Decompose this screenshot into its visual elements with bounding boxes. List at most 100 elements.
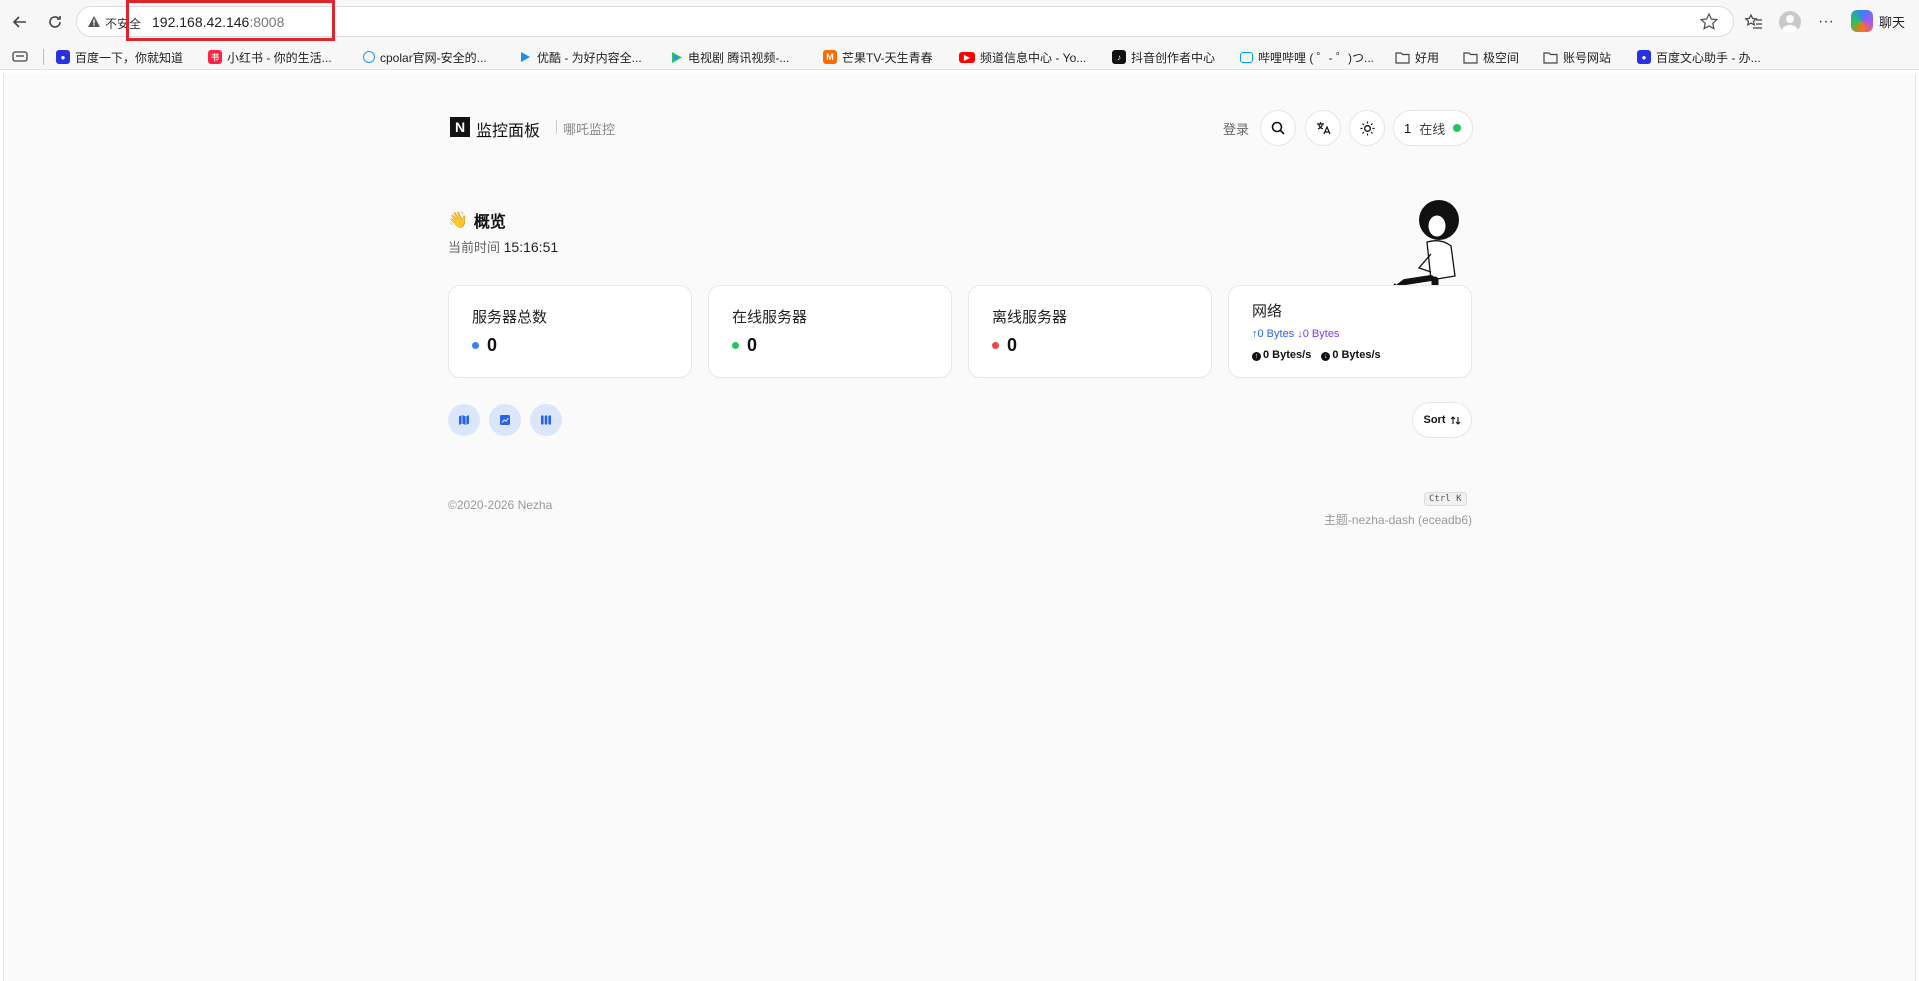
theme-info[interactable]: 主题-nezha-dash (eceadb6) bbox=[1216, 511, 1472, 528]
traffic-up: ↑0 Bytes bbox=[1252, 328, 1295, 340]
online-indicator-dot bbox=[1453, 124, 1462, 132]
total-servers-value: 0 bbox=[487, 335, 498, 355]
nezha-logo-icon[interactable]: N bbox=[450, 117, 470, 137]
folder-icon bbox=[1395, 51, 1410, 64]
favorites-icon[interactable] bbox=[1742, 10, 1766, 34]
baidu-paw-icon: ● bbox=[1637, 50, 1651, 64]
card-title: 服务器总数 bbox=[472, 309, 548, 326]
reading-list-icon[interactable] bbox=[12, 48, 28, 66]
overview-title: 概览 bbox=[473, 214, 506, 231]
douyin-icon: ♪ bbox=[1112, 50, 1126, 64]
upload-speed: 0 Bytes/s bbox=[1263, 349, 1312, 361]
network-speed: ↑ 0 Bytes/s ↓ 0 Bytes/s bbox=[1252, 349, 1381, 361]
dashboard-header: N 监控面板 哪吒监控 登录 1 在线 bbox=[448, 110, 1473, 156]
traffic-down: ↓0 Bytes bbox=[1297, 328, 1340, 340]
bookmark-label: 账号网站 bbox=[1563, 50, 1612, 65]
chat-label: 聊天 bbox=[1879, 14, 1906, 30]
chart-view-button[interactable] bbox=[489, 404, 521, 436]
bookmark-folder[interactable]: 账号网站 bbox=[1543, 48, 1611, 66]
cpolar-icon bbox=[363, 51, 375, 63]
bookmark-label: 哔哩哔哩 ( ゜- ゜)つ... bbox=[1258, 50, 1374, 65]
columns-icon bbox=[541, 415, 551, 425]
bookmark-item[interactable]: M 芒果TV-天生青春 bbox=[823, 48, 933, 66]
bookmark-label: cpolar官网-安全的... bbox=[380, 50, 487, 65]
green-dot-icon bbox=[732, 342, 739, 349]
bookmark-label: 极空间 bbox=[1483, 50, 1520, 65]
brand-divider bbox=[556, 120, 557, 134]
map-icon bbox=[459, 415, 469, 425]
bookmark-label: 电视剧 腾讯视频-... bbox=[688, 50, 790, 65]
time-label: 当前时间 bbox=[448, 240, 501, 255]
bookmark-folder[interactable]: 好用 bbox=[1395, 48, 1439, 66]
youku-icon bbox=[518, 50, 532, 64]
offline-servers-value: 0 bbox=[1007, 335, 1018, 355]
mangotv-icon: M bbox=[823, 50, 837, 64]
bookmark-item[interactable]: ● 百度文心助手 - 办... bbox=[1637, 48, 1761, 66]
bookmark-label: 优酷 - 为好内容全... bbox=[537, 50, 642, 65]
blue-dot-icon bbox=[472, 342, 479, 349]
chart-icon bbox=[500, 415, 510, 425]
bookmark-label: 芒果TV-天生青春 bbox=[842, 50, 933, 65]
chat-button[interactable]: 聊天 bbox=[1851, 10, 1905, 32]
youtube-icon: ▶ bbox=[959, 51, 975, 63]
card-title: 网络 bbox=[1252, 303, 1283, 320]
map-view-button[interactable] bbox=[448, 404, 480, 436]
page-viewport bbox=[3, 74, 1916, 981]
bookmark-item[interactable]: ♪ 抖音创作者中心 bbox=[1112, 48, 1215, 66]
download-speed-icon: ↓ bbox=[1321, 352, 1331, 361]
star-icon[interactable] bbox=[1699, 12, 1719, 32]
online-servers-value: 0 bbox=[747, 335, 758, 355]
back-icon[interactable] bbox=[6, 8, 34, 36]
overview-section: 👋 概览 当前时间 15:16:51 bbox=[448, 208, 558, 256]
url-highlight-box bbox=[126, 0, 335, 41]
translate-icon bbox=[1316, 122, 1331, 135]
online-label: 在线 bbox=[1419, 121, 1446, 137]
bookmark-item[interactable]: cpolar官网-安全的... bbox=[363, 48, 487, 66]
xiaohongshu-icon: 书 bbox=[208, 50, 222, 64]
offline-servers-card[interactable]: 离线服务器 0 bbox=[968, 285, 1212, 378]
reload-icon[interactable] bbox=[41, 8, 69, 36]
brand-title[interactable]: 监控面板 bbox=[476, 117, 540, 141]
sort-arrows-icon bbox=[1450, 415, 1460, 425]
overview-heading: 👋 概览 bbox=[448, 208, 558, 232]
more-menu-icon[interactable]: ··· bbox=[1814, 10, 1838, 34]
red-dot-icon bbox=[992, 342, 999, 349]
sort-button[interactable]: Sort bbox=[1412, 402, 1472, 438]
online-servers-card[interactable]: 在线服务器 0 bbox=[708, 285, 952, 378]
baidu-paw-icon: ● bbox=[56, 50, 70, 64]
online-count: 1 bbox=[1404, 120, 1412, 136]
network-card[interactable]: 网络 ↑0 Bytes ↓0 Bytes ↑ 0 Bytes/s ↓ 0 Bytes… bbox=[1228, 285, 1472, 378]
total-servers-card[interactable]: 服务器总数 0 bbox=[448, 285, 692, 378]
time-value: 15:16:51 bbox=[503, 239, 559, 255]
sun-icon bbox=[1360, 121, 1374, 135]
bookmark-item[interactable]: 书 小红书 - 你的生活... bbox=[208, 48, 332, 66]
copyright: ©2020-2026 Nezha bbox=[448, 498, 553, 512]
card-title: 离线服务器 bbox=[992, 309, 1068, 326]
profile-avatar[interactable] bbox=[1778, 10, 1802, 34]
search-button[interactable] bbox=[1260, 110, 1296, 146]
bookmark-item[interactable]: 优酷 - 为好内容全... bbox=[518, 48, 642, 66]
language-button[interactable] bbox=[1305, 110, 1341, 146]
copilot-icon bbox=[1851, 10, 1873, 32]
bookmark-item[interactable]: ▶ 频道信息中心 - Yo... bbox=[959, 48, 1086, 66]
search-icon bbox=[1271, 121, 1285, 135]
brand-subtitle: 哪吒监控 bbox=[563, 122, 616, 137]
bookmark-item[interactable]: ● 百度一下，你就知道 bbox=[56, 48, 183, 66]
theme-toggle-button[interactable] bbox=[1349, 110, 1385, 146]
login-link[interactable]: 登录 bbox=[1223, 119, 1249, 138]
sort-label: Sort bbox=[1423, 414, 1446, 426]
bookmark-label: 小红书 - 你的生活... bbox=[227, 50, 332, 65]
bookmark-item[interactable]: 哔哩哔哩 ( ゜- ゜)つ... bbox=[1240, 48, 1374, 66]
grid-view-button[interactable] bbox=[530, 404, 562, 436]
download-speed: 0 Bytes/s bbox=[1332, 349, 1381, 361]
bookmark-label: 抖音创作者中心 bbox=[1131, 50, 1216, 65]
online-status[interactable]: 1 在线 bbox=[1393, 110, 1473, 146]
waving-hand-icon: 👋 bbox=[448, 212, 468, 229]
bookmark-label: 百度一下，你就知道 bbox=[75, 50, 184, 65]
current-time: 当前时间 15:16:51 bbox=[448, 237, 558, 256]
bookmarks-divider bbox=[43, 49, 44, 65]
avatar-icon bbox=[1779, 11, 1801, 33]
bookmark-item[interactable]: 电视剧 腾讯视频-... bbox=[669, 48, 789, 66]
upload-speed-icon: ↑ bbox=[1252, 352, 1261, 361]
bookmark-folder[interactable]: 极空间 bbox=[1463, 48, 1519, 66]
